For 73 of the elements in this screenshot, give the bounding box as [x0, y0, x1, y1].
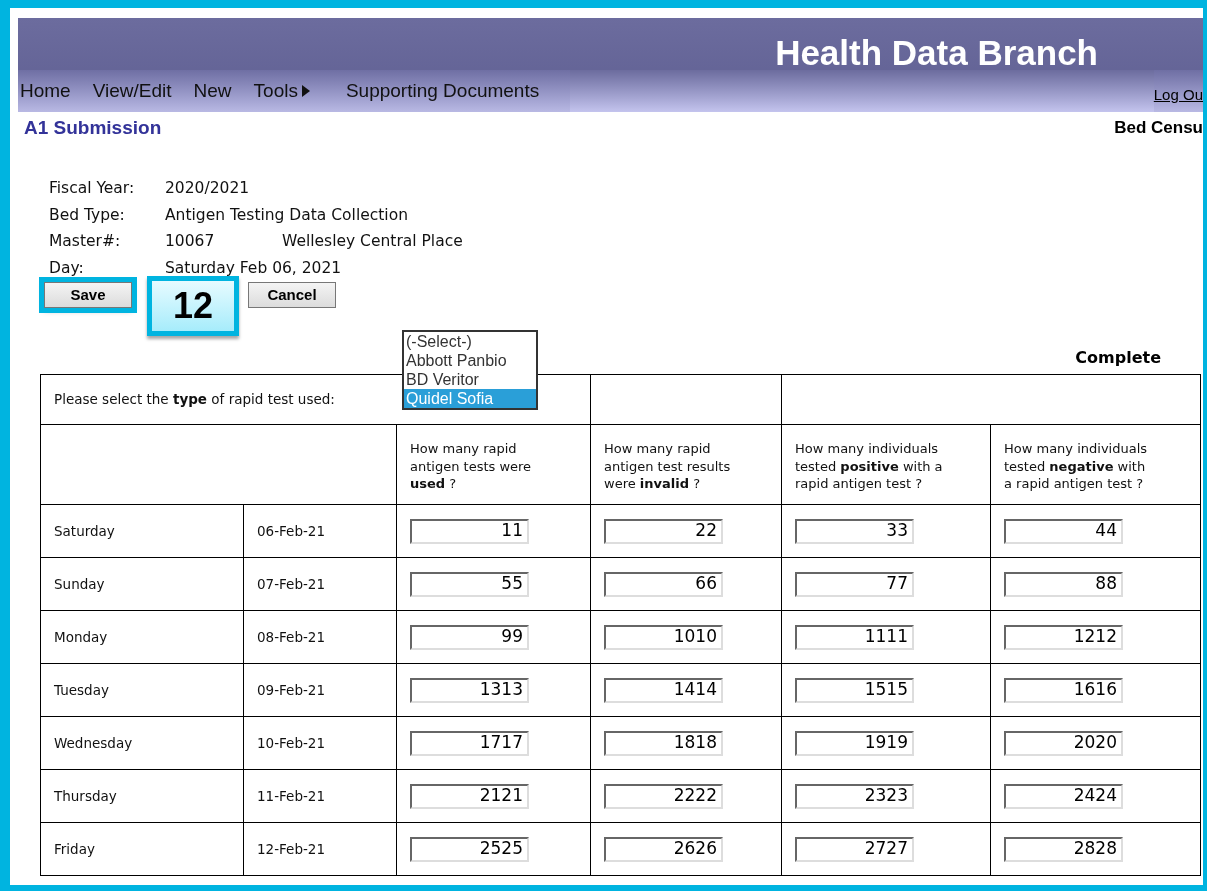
count-field[interactable]: 2121	[410, 783, 529, 809]
count-field[interactable]: 1717	[410, 730, 529, 756]
count-field[interactable]: 1010	[604, 624, 723, 650]
count-field[interactable]: 1313	[410, 677, 529, 703]
count-field[interactable]: 99	[410, 624, 529, 650]
column-header: How many individuals tested positive with a rapid antigen test ?	[795, 440, 944, 493]
info-value: Antigen Testing Data Collection	[165, 204, 408, 226]
date-cell: 12-Feb-21	[257, 840, 325, 857]
count-field[interactable]: 2626	[604, 836, 723, 862]
count-field[interactable]: 2828	[1004, 836, 1123, 862]
test-type-prompt: Please select the type of rapid test used:	[54, 391, 335, 408]
column-header: How many rapid antigen tests were used ?	[410, 440, 533, 493]
listbox-option[interactable]: (-Select-)	[404, 332, 536, 351]
day-cell: Wednesday	[54, 734, 133, 751]
day-cell: Saturday	[54, 522, 115, 539]
menu-item[interactable]: Tools	[253, 76, 310, 106]
listbox-option[interactable]: Abbott Panbio	[404, 351, 536, 370]
caret-icon	[301, 85, 310, 97]
column-header: How many rapid antigen test results were invalid ?	[604, 440, 732, 493]
date-cell: 08-Feb-21	[257, 628, 325, 645]
count-field[interactable]: 11	[410, 518, 529, 544]
count-field[interactable]: 2525	[410, 836, 529, 862]
count-field[interactable]: 55	[410, 571, 529, 597]
count-field[interactable]: 2323	[795, 783, 914, 809]
logout-link[interactable]: Log Ou	[1153, 83, 1203, 106]
header-title: Health Data Branch	[775, 35, 1098, 70]
count-field[interactable]: 88	[1004, 571, 1123, 597]
day-cell: Tuesday	[54, 681, 109, 698]
day-cell: Thursday	[54, 787, 117, 804]
count-field[interactable]: 2424	[1004, 783, 1123, 809]
count-field[interactable]: 2222	[604, 783, 723, 809]
day-cell: Sunday	[54, 575, 105, 592]
count-field[interactable]: 66	[604, 571, 723, 597]
count-field[interactable]: 1818	[604, 730, 723, 756]
menu-item[interactable]: Supporting Documents	[345, 76, 540, 106]
menu-item[interactable]: View/Edit	[92, 76, 172, 106]
menu-item[interactable]: New	[193, 76, 232, 106]
count-field[interactable]: 1919	[795, 730, 914, 756]
step-callout: 12	[147, 276, 239, 336]
date-cell: 10-Feb-21	[257, 734, 325, 751]
count-field[interactable]: 1212	[1004, 624, 1123, 650]
count-field[interactable]: 77	[795, 571, 914, 597]
count-field[interactable]: 44	[1004, 518, 1123, 544]
count-field[interactable]: 2020	[1004, 730, 1123, 756]
day-cell: Monday	[54, 628, 108, 645]
form-button[interactable]: Cancel	[248, 282, 336, 308]
day-cell: Friday	[54, 840, 95, 857]
column-header: How many individuals tested negative with a rapid antigen test ?	[1004, 440, 1149, 493]
info-label: Master#:	[49, 231, 122, 253]
info-value: 2020/2021	[165, 178, 251, 200]
count-field[interactable]: 1616	[1004, 677, 1123, 703]
date-cell: 06-Feb-21	[257, 522, 325, 539]
count-field[interactable]: 1111	[795, 624, 914, 650]
status-label: Complete	[1075, 347, 1161, 369]
count-field[interactable]: 33	[795, 518, 914, 544]
date-cell: 09-Feb-21	[257, 681, 325, 698]
info-label: Day:	[49, 257, 85, 279]
count-field[interactable]: 1515	[795, 677, 914, 703]
section-title: Bed Censu	[1114, 117, 1203, 140]
info-value: Wellesley Central Place	[282, 231, 463, 253]
count-field[interactable]: 1414	[604, 677, 723, 703]
count-field[interactable]: 2727	[795, 836, 914, 862]
date-cell: 07-Feb-21	[257, 575, 325, 592]
date-cell: 11-Feb-21	[257, 787, 325, 804]
test-type-listbox[interactable]: (-Select-) Abbott Panbio BD Veritor Quidel Sofia	[402, 330, 538, 410]
info-label: Fiscal Year:	[49, 178, 136, 200]
info-value: Saturday Feb 06, 2021	[165, 257, 342, 279]
info-label: Bed Type:	[49, 204, 126, 226]
info-value: 10067	[165, 231, 216, 253]
count-field[interactable]: 22	[604, 518, 723, 544]
menu-item[interactable]: Home	[20, 76, 71, 106]
listbox-option[interactable]: BD Veritor	[404, 370, 536, 389]
page-title: A1 Submission	[24, 115, 162, 140]
